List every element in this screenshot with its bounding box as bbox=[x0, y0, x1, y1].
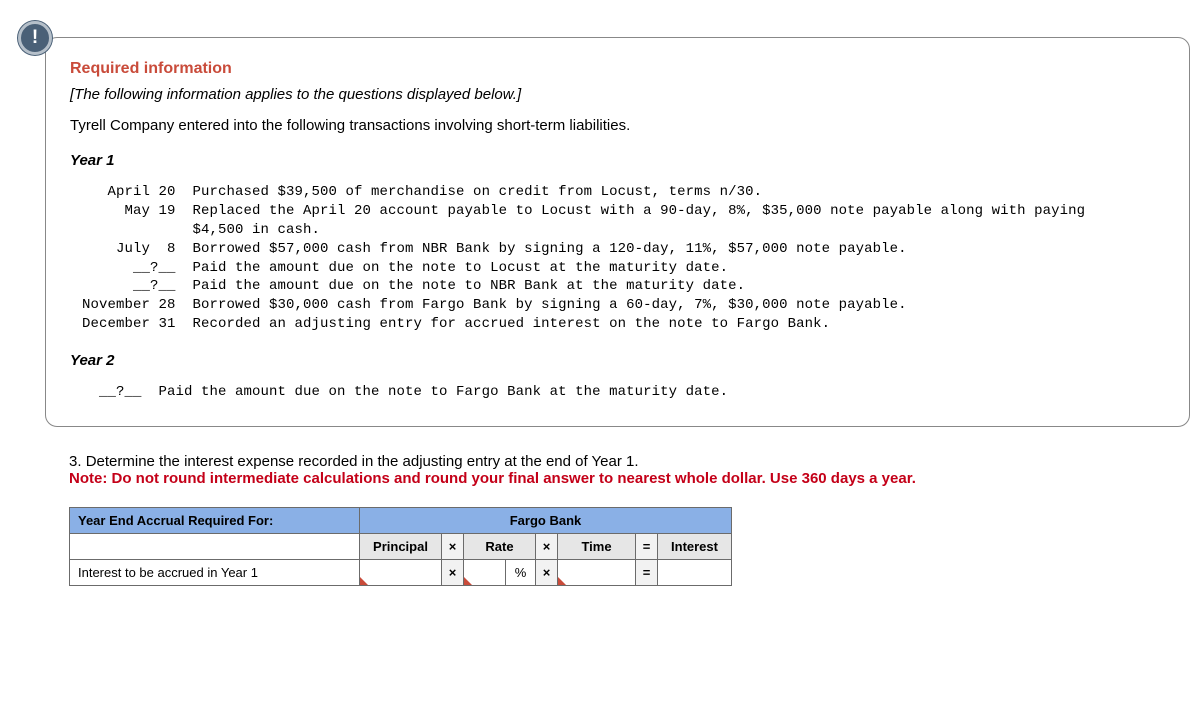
year1-transactions: April 20 Purchased $39,500 of merchandis… bbox=[82, 183, 1165, 334]
input-principal-cell[interactable] bbox=[360, 560, 442, 586]
question-block: 3. Determine the interest expense record… bbox=[69, 453, 1190, 487]
required-info-title: Required information bbox=[70, 60, 1165, 78]
input-time-cell[interactable] bbox=[558, 560, 636, 586]
header-accrual-for: Year End Accrual Required For: bbox=[70, 508, 360, 534]
year2-transactions: __?__ Paid the amount due on the note to… bbox=[82, 383, 1165, 402]
alert-badge-icon: ! bbox=[32, 27, 38, 49]
output-interest bbox=[658, 560, 732, 586]
input-principal[interactable] bbox=[360, 560, 441, 585]
col-time: Time bbox=[558, 534, 636, 560]
input-indicator-icon bbox=[558, 577, 566, 585]
intro-text: Tyrell Company entered into the followin… bbox=[70, 117, 1165, 134]
note-text: Do not round intermediate calculations a… bbox=[112, 470, 916, 487]
sym-times-1: × bbox=[442, 534, 464, 560]
pct-label: % bbox=[506, 560, 536, 586]
answer-table: Year End Accrual Required For: Fargo Ban… bbox=[69, 507, 732, 586]
question-number: 3. bbox=[69, 453, 86, 470]
header-bank: Fargo Bank bbox=[360, 508, 732, 534]
alert-badge: ! bbox=[18, 21, 52, 55]
applies-note: [The following information applies to th… bbox=[70, 86, 1165, 103]
empty-corner bbox=[70, 534, 360, 560]
sym-equals-2: = bbox=[636, 560, 658, 586]
info-panel: Required information [The following info… bbox=[45, 37, 1190, 427]
sym-times-4: × bbox=[536, 560, 558, 586]
note-label: Note: bbox=[69, 470, 112, 487]
year2-heading: Year 2 bbox=[70, 352, 1165, 369]
input-time[interactable] bbox=[558, 560, 635, 585]
input-indicator-icon bbox=[360, 577, 368, 585]
col-interest: Interest bbox=[658, 534, 732, 560]
year1-heading: Year 1 bbox=[70, 152, 1165, 169]
question-text: Determine the interest expense recorded … bbox=[86, 453, 639, 470]
input-rate-cell[interactable] bbox=[464, 560, 506, 586]
col-rate: Rate bbox=[464, 534, 536, 560]
col-principal: Principal bbox=[360, 534, 442, 560]
row-label: Interest to be accrued in Year 1 bbox=[70, 560, 360, 586]
input-indicator-icon bbox=[464, 577, 472, 585]
sym-times-2: × bbox=[536, 534, 558, 560]
sym-equals-1: = bbox=[636, 534, 658, 560]
sym-times-3: × bbox=[442, 560, 464, 586]
